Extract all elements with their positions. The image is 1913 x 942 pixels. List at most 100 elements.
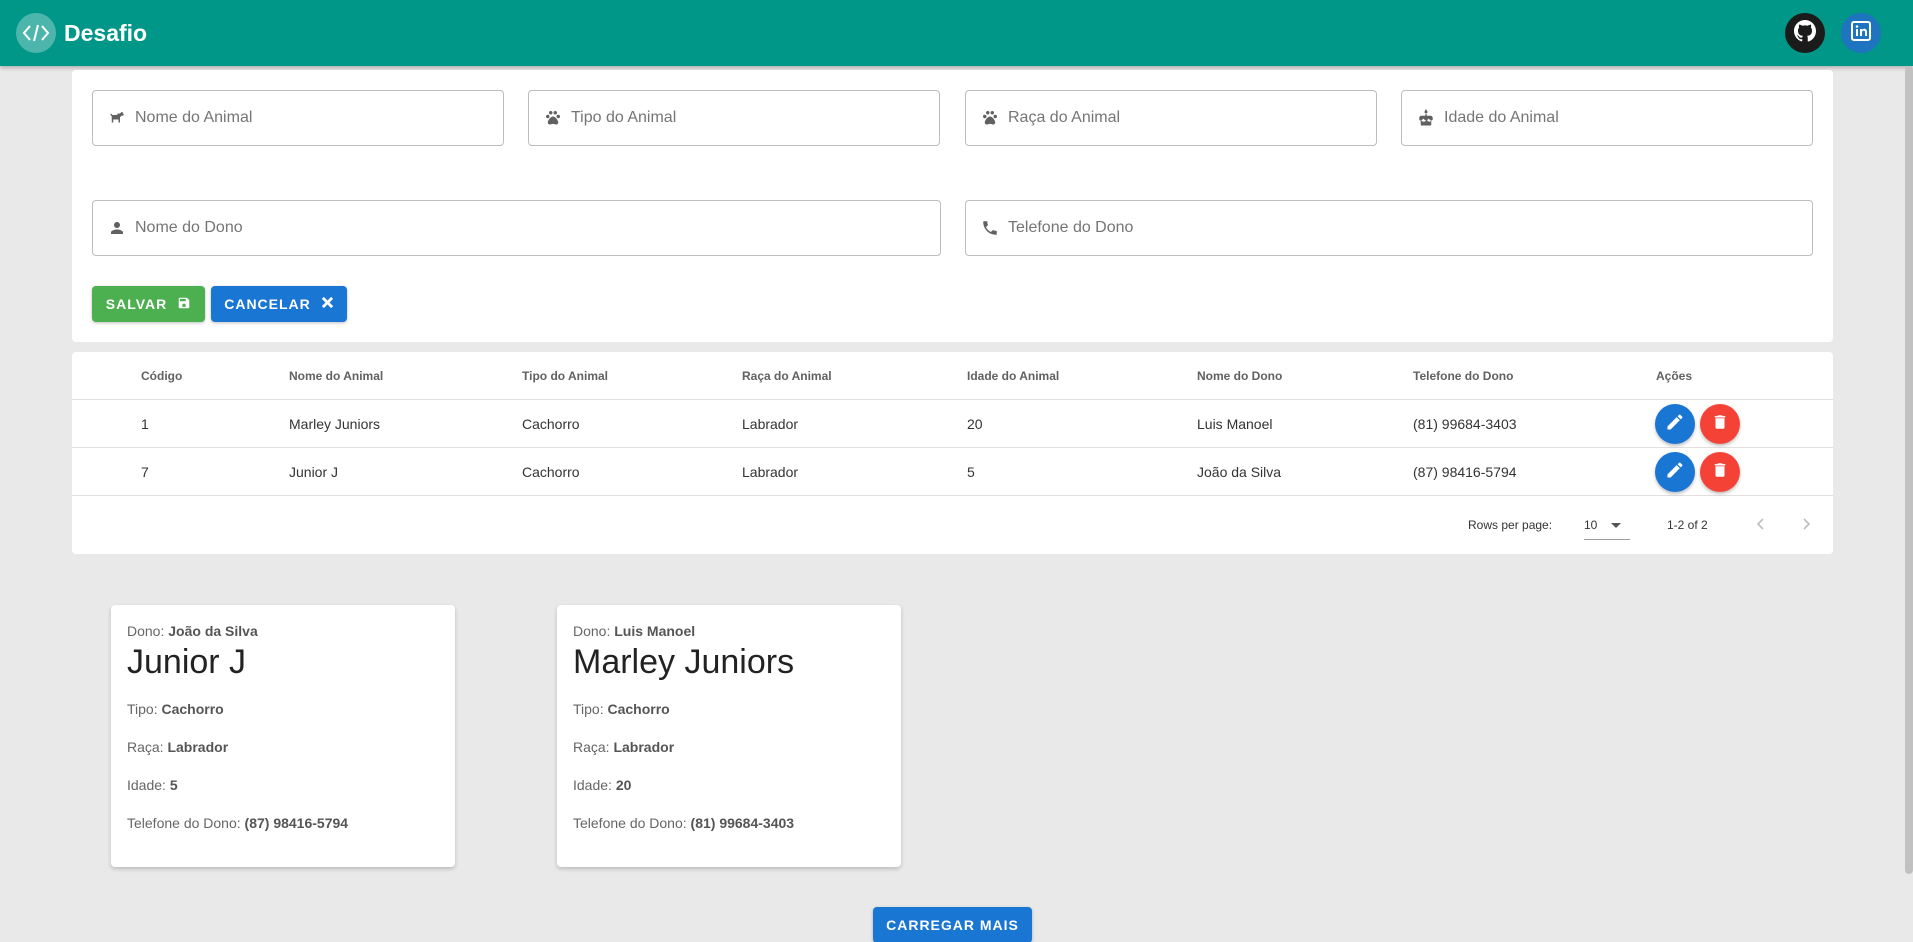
owner-name-field[interactable]	[92, 200, 941, 256]
close-icon	[321, 296, 334, 312]
owner-phone-field[interactable]	[965, 200, 1813, 256]
delete-button[interactable]	[1700, 452, 1740, 492]
card-type-label: Tipo:	[127, 701, 158, 717]
card-owner-label: Dono:	[573, 623, 611, 639]
column-header[interactable]: Nome do Animal	[289, 352, 383, 400]
trash-icon	[1711, 413, 1729, 436]
animal-breed-input[interactable]	[1008, 109, 1345, 127]
card-age-value: 5	[169, 777, 178, 793]
pet-form: SALVAR CANCELAR	[72, 70, 1833, 342]
table-row[interactable]: 7 Junior J Cachorro Labrador 5 João da S…	[72, 448, 1833, 496]
dog-icon	[107, 108, 127, 128]
card-age-label: Idade:	[573, 777, 612, 793]
rows-per-page-value: 10	[1584, 517, 1598, 532]
table-header: Código Nome do Animal Tipo do Animal Raç…	[72, 352, 1833, 400]
next-page-button[interactable]	[1795, 496, 1819, 554]
load-more-button[interactable]: CARREGAR MAIS	[873, 907, 1032, 942]
paw-icon	[543, 108, 563, 128]
column-header[interactable]: Idade do Animal	[967, 352, 1059, 400]
card-phone: Telefone do Dono: (87) 98416-5794	[127, 815, 348, 831]
delete-button[interactable]	[1700, 404, 1740, 444]
card-pet-name: Marley Juniors	[573, 643, 795, 681]
animal-type-field[interactable]	[528, 90, 940, 146]
pencil-icon	[1665, 460, 1685, 485]
rows-per-page-select[interactable]: 10	[1584, 510, 1630, 540]
pet-card: Dono: João da Silva Junior J Tipo: Cacho…	[111, 605, 455, 867]
cell-tipo-animal: Cachorro	[522, 416, 580, 432]
cell-tipo-animal: Cachorro	[522, 464, 580, 480]
cake-icon	[1416, 108, 1436, 128]
card-breed-value: Labrador	[167, 739, 229, 755]
animal-age-input[interactable]	[1444, 109, 1781, 127]
column-header[interactable]: Nome do Dono	[1197, 352, 1282, 400]
column-header: Ações	[1656, 369, 1693, 383]
cancel-button[interactable]: CANCELAR	[211, 286, 347, 322]
card-breed: Raça: Labrador	[127, 739, 228, 755]
cell-raca-animal: Labrador	[742, 464, 799, 480]
code-logo-icon	[16, 13, 56, 53]
pets-table: Código Nome do Animal Tipo do Animal Raç…	[72, 352, 1833, 554]
caret-down-icon	[1611, 518, 1622, 532]
cell-raca-animal: Labrador	[742, 416, 799, 432]
edit-button[interactable]	[1655, 452, 1695, 492]
column-header[interactable]: Telefone do Dono	[1413, 352, 1513, 400]
column-header[interactable]: Tipo do Animal	[522, 352, 608, 400]
card-type: Tipo: Cachorro	[127, 701, 224, 717]
cell-nome-animal: Junior J	[289, 464, 339, 480]
column-header[interactable]: Código	[141, 352, 182, 400]
card-type-value: Cachorro	[161, 701, 224, 717]
rows-per-page-label: Rows per page:	[1468, 518, 1553, 532]
phone-icon	[980, 218, 1000, 238]
pet-card: Dono: Luis Manoel Marley Juniors Tipo: C…	[557, 605, 901, 867]
edit-button[interactable]	[1655, 404, 1695, 444]
cell-nome-dono: João da Silva	[1197, 464, 1282, 480]
cell-nome-animal: Marley Juniors	[289, 416, 381, 432]
floppy-disk-icon	[177, 296, 191, 313]
card-phone-value: (87) 98416-5794	[244, 815, 349, 831]
cell-telefone-dono: (81) 99684-3403	[1413, 416, 1517, 432]
animal-breed-field[interactable]	[965, 90, 1377, 146]
previous-page-button[interactable]	[1748, 496, 1772, 554]
animal-name-field[interactable]	[92, 90, 504, 146]
card-phone-value: (81) 99684-3403	[690, 815, 795, 831]
github-icon	[1794, 19, 1817, 47]
card-breed-label: Raça:	[127, 739, 164, 755]
animal-age-field[interactable]	[1401, 90, 1813, 146]
paw-icon	[980, 108, 1000, 128]
card-owner: Dono: Luis Manoel	[573, 623, 695, 639]
pencil-icon	[1665, 412, 1685, 437]
linkedin-button[interactable]	[1841, 13, 1881, 53]
column-header[interactable]: Raça do Animal	[742, 352, 832, 400]
card-age: Idade: 20	[573, 777, 631, 793]
pagination-range: 1-2 of 2	[1667, 518, 1708, 532]
github-button[interactable]	[1785, 13, 1825, 53]
card-age-label: Idade:	[127, 777, 166, 793]
cell-codigo: 1	[141, 416, 149, 432]
card-age-value: 20	[615, 777, 632, 793]
card-type-value: Cachorro	[607, 701, 670, 717]
cell-nome-dono: Luis Manoel	[1197, 416, 1273, 432]
chevron-right-icon	[1803, 517, 1811, 533]
person-icon	[107, 218, 127, 238]
card-owner-value: Luis Manoel	[614, 623, 696, 639]
animal-name-input[interactable]	[135, 109, 472, 127]
trash-icon	[1711, 461, 1729, 484]
cell-idade-animal: 20	[967, 416, 983, 432]
save-button[interactable]: SALVAR	[92, 286, 205, 322]
card-phone-label: Telefone do Dono:	[573, 815, 687, 831]
card-pet-name: Junior J	[127, 643, 247, 681]
owner-name-input[interactable]	[135, 219, 844, 237]
table-row[interactable]: 1 Marley Juniors Cachorro Labrador 20 Lu…	[72, 400, 1833, 448]
card-phone: Telefone do Dono: (81) 99684-3403	[573, 815, 794, 831]
card-type: Tipo: Cachorro	[573, 701, 670, 717]
app-bar: Desafio	[0, 0, 1913, 66]
cell-idade-animal: 5	[967, 464, 975, 480]
card-owner: Dono: João da Silva	[127, 623, 258, 639]
animal-type-input[interactable]	[571, 109, 908, 127]
page-scrollbar[interactable]	[1905, 66, 1913, 874]
card-breed-label: Raça:	[573, 739, 610, 755]
linkedin-icon	[1851, 20, 1871, 46]
owner-phone-input[interactable]	[1008, 219, 1716, 237]
save-button-label: SALVAR	[105, 296, 168, 312]
table-pagination: Rows per page: 10 1-2 of 2	[72, 496, 1833, 554]
